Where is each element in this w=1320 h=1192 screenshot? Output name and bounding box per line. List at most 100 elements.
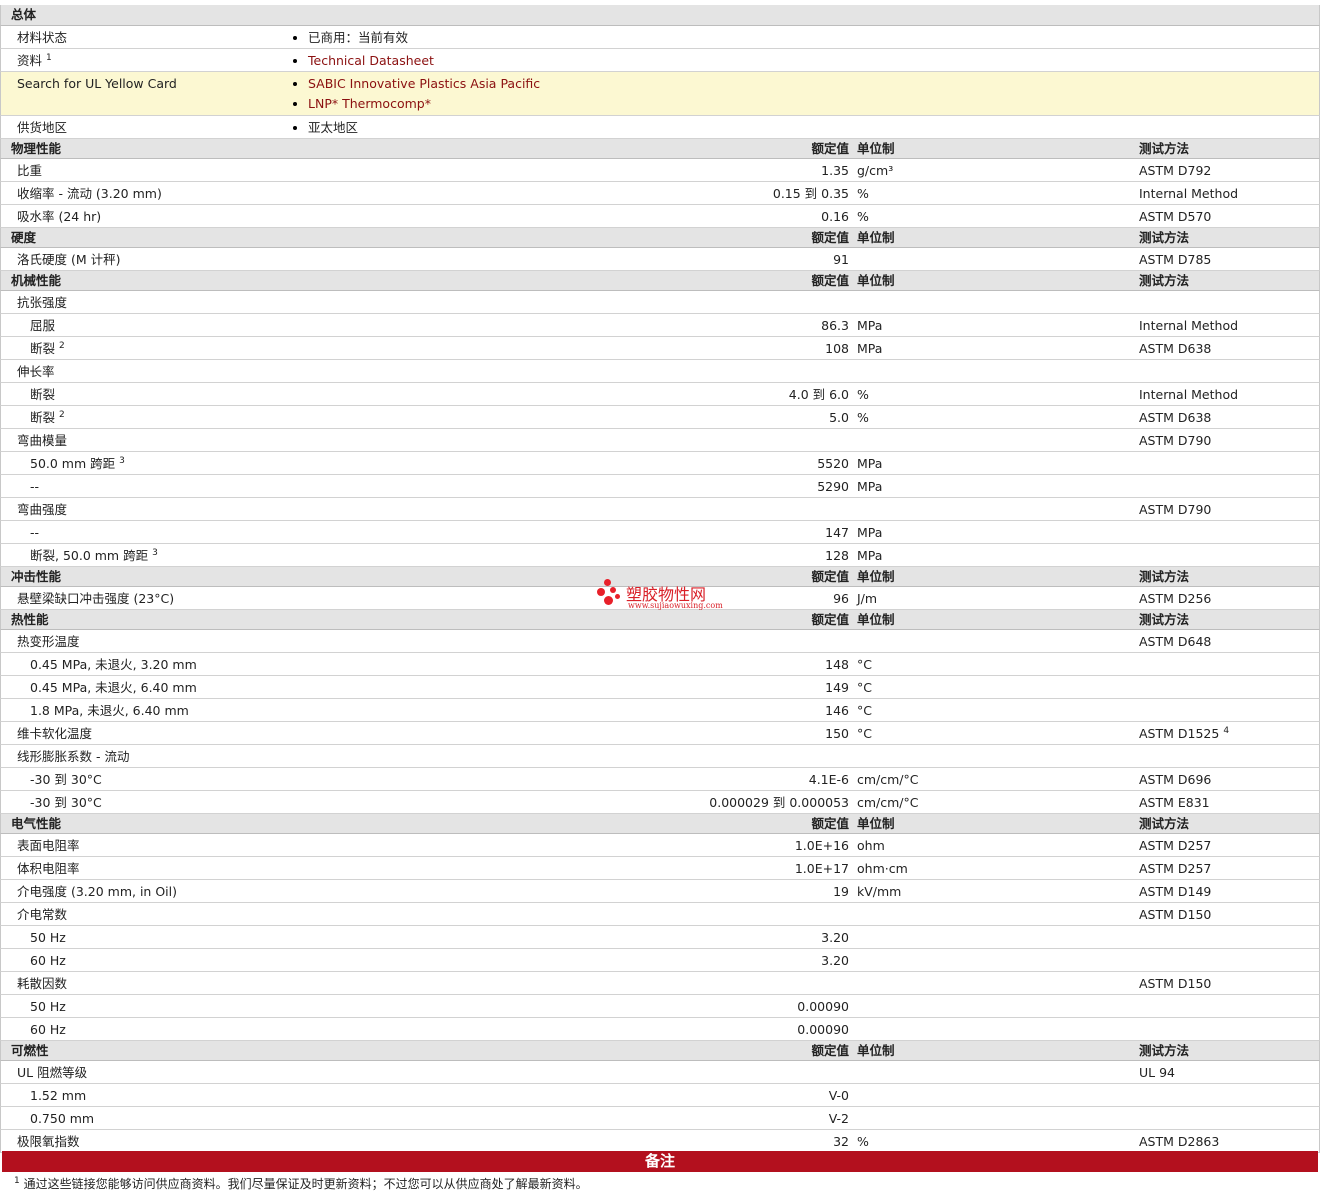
header-method: 测试方法 — [1139, 141, 1190, 156]
watermark-url: www.sujiaowuxing.com — [628, 601, 723, 610]
property-label: 吸水率 (24 hr) — [17, 209, 101, 225]
property-value: 148 — [825, 657, 849, 672]
footnote: 1 通过这些链接您能够访问供应商资料。我们尽量保证及时更新资料；不过您可以从供应… — [14, 1175, 588, 1192]
property-unit: % — [857, 410, 869, 425]
property-value: 91 — [833, 252, 849, 267]
test-method-text: ASTM E831 — [1139, 795, 1210, 810]
property-row: 50.0 mm 跨距 3 5520 MPa — [0, 452, 1320, 475]
property-label-text: 比重 — [17, 163, 43, 178]
property-label-text: 1.8 MPa, 未退火, 6.40 mm — [30, 703, 189, 718]
property-row: -- 5290 MPa — [0, 475, 1320, 498]
property-label-text: 极限氧指数 — [17, 1134, 80, 1149]
test-method: ASTM D257 — [1139, 861, 1211, 877]
general-row: Search for UL Yellow Card SABIC Innovativ… — [0, 72, 1320, 116]
test-method: ASTM D1525 4 — [1139, 726, 1229, 742]
property-value: 3.20 — [821, 930, 849, 945]
property-label-text: 0.45 MPa, 未退火, 6.40 mm — [30, 680, 197, 695]
link-text[interactable]: SABIC Innovative Plastics Asia Pacific — [308, 76, 540, 91]
property-label-text: 伸长率 — [17, 364, 55, 379]
header-unit: 单位制 — [857, 141, 895, 156]
test-method-text: ASTM D150 — [1139, 907, 1212, 922]
property-label-text: 维卡软化温度 — [17, 726, 93, 741]
property-label: 抗张强度 — [17, 295, 67, 311]
property-label-text: -30 到 30°C — [30, 795, 102, 810]
general-label: 供货地区 — [17, 120, 67, 136]
property-unit: °C — [857, 680, 872, 695]
footnote-ref: 3 — [152, 547, 158, 558]
general-label-text: 材料状态 — [17, 30, 68, 45]
section-header: 机械性能 额定值 单位制 测试方法 — [0, 271, 1320, 291]
property-row: 0.45 MPa, 未退火, 3.20 mm 148 °C — [0, 653, 1320, 676]
property-row: -30 到 30°C 4.1E-6 cm/cm/°C ASTM D696 — [0, 768, 1320, 791]
property-value: 0.00090 — [797, 1022, 849, 1037]
property-label-text: -- — [30, 525, 40, 540]
property-row: 50 Hz 0.00090 — [0, 995, 1320, 1018]
general-label: 材料状态 — [17, 30, 67, 46]
link-text[interactable]: LNP* Thermocomp* — [308, 96, 431, 111]
property-row: 介电强度 (3.20 mm, in Oil) 19 kV/mm ASTM D149 — [0, 880, 1320, 903]
property-label-text: 50 Hz — [30, 999, 66, 1014]
property-label: 介电常数 — [17, 907, 67, 923]
header-unit: 单位制 — [857, 273, 895, 288]
property-unit: J/m — [857, 591, 878, 606]
link-text[interactable]: Technical Datasheet — [308, 53, 434, 68]
supplier-link[interactable]: Technical Datasheet — [293, 53, 434, 69]
property-unit: g/cm³ — [857, 163, 894, 178]
general-label: 资料 1 — [17, 53, 52, 69]
section-title: 冲击性能 — [11, 569, 62, 584]
footnote-ref: 4 — [1223, 725, 1230, 736]
property-row: -- 147 MPa — [0, 521, 1320, 544]
property-unit: ohm·cm — [857, 861, 908, 876]
property-row: 吸水率 (24 hr) 0.16% ASTM D570 — [0, 205, 1320, 228]
property-label: 弯曲强度 — [17, 502, 67, 518]
test-method: ASTM D149 — [1139, 884, 1211, 900]
property-row: 断裂 2 108 MPa ASTM D638 — [0, 337, 1320, 360]
property-label-text: 体积电阻率 — [17, 861, 80, 876]
test-method: ASTM D790 — [1139, 502, 1211, 518]
test-method: ASTM D638 — [1139, 410, 1211, 426]
header-value: 额定值 — [811, 1043, 849, 1058]
property-unit: °C — [857, 657, 872, 672]
section-header: 硬度 额定值 单位制 测试方法 — [0, 228, 1320, 248]
test-method-text: ASTM D638 — [1139, 410, 1212, 425]
property-label-text: 收缩率 - 流动 (3.20 mm) — [17, 186, 162, 201]
property-label: 断裂 — [30, 387, 55, 403]
property-label: 热变形温度 — [17, 634, 80, 650]
property-label-text: -- — [30, 479, 40, 494]
property-row: 体积电阻率 1.0E+17 ohm·cm ASTM D257 — [0, 857, 1320, 880]
property-label: 0.750 mm — [30, 1111, 94, 1127]
section-header: 电气性能 额定值 单位制 测试方法 — [0, 814, 1320, 834]
general-value: 已商用：当前有效 — [293, 30, 408, 46]
property-row: 伸长率 — [0, 360, 1320, 383]
property-label-text: 60 Hz — [30, 1022, 66, 1037]
property-label: -- — [30, 525, 39, 541]
property-unit: MPa — [857, 479, 883, 494]
property-row: 表面电阻率 1.0E+16 ohm ASTM D257 — [0, 834, 1320, 857]
notes-title: 备注 — [644, 1152, 675, 1170]
header-value: 额定值 — [811, 230, 849, 245]
property-row: 收缩率 - 流动 (3.20 mm) 0.15 到 0.35% Internal M… — [0, 182, 1320, 205]
property-row: 耗散因数 ASTM D150 — [0, 972, 1320, 995]
test-method: Internal Method — [1139, 318, 1238, 334]
property-unit: MPa — [857, 318, 883, 333]
section-header-general: 总体 — [0, 5, 1320, 26]
supplier-link[interactable]: LNP* Thermocomp* — [293, 96, 431, 112]
property-label-text: 50 Hz — [30, 930, 66, 945]
property-unit: °C — [857, 703, 872, 718]
general-label-text: Search for UL Yellow Card — [17, 76, 177, 91]
supplier-link[interactable]: SABIC Innovative Plastics Asia Pacific — [293, 76, 540, 92]
property-label: 断裂, 50.0 mm 跨距 3 — [30, 548, 158, 564]
bullet-icon — [293, 102, 297, 106]
bullet-icon — [293, 59, 297, 63]
footnote-text: 通过这些链接您能够访问供应商资料。我们尽量保证及时更新资料；不过您可以从供应商处… — [23, 1177, 588, 1191]
section-title: 物理性能 — [11, 141, 62, 156]
property-value: 4.1E-6 — [808, 772, 849, 787]
test-method: ASTM D696 — [1139, 772, 1211, 788]
test-method-text: ASTM D256 — [1139, 591, 1212, 606]
property-unit: MPa — [857, 548, 883, 563]
header-unit: 单位制 — [857, 569, 895, 584]
property-label-text: 悬壁梁缺口冲击强度 (23°C) — [17, 591, 175, 606]
property-label: 悬壁梁缺口冲击强度 (23°C) — [17, 591, 174, 607]
test-method: ASTM D638 — [1139, 341, 1211, 357]
section-title: 硬度 — [11, 230, 37, 245]
